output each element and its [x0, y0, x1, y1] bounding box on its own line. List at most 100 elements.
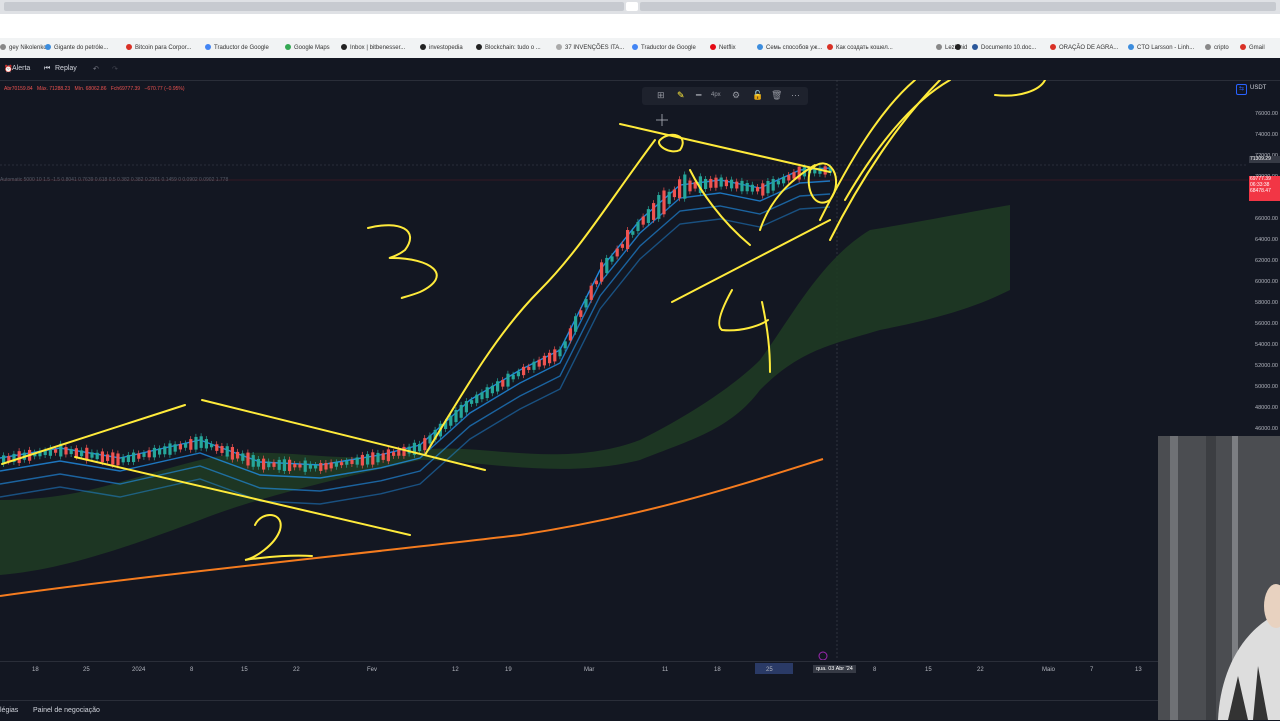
line-style-icon[interactable]: ━ [696, 90, 701, 101]
more-icon[interactable]: ⋯ [791, 90, 800, 101]
trading-panel-tab[interactable]: Painel de negociação [33, 707, 100, 714]
bookmark-item[interactable]: Gigante do petróle... [45, 44, 108, 51]
trash-icon[interactable]: 🗑 [771, 90, 782, 101]
candle-body [397, 449, 401, 456]
candle-body [672, 189, 676, 198]
undo-icon[interactable]: ↶ [93, 65, 99, 73]
bookmark-item[interactable]: ORAÇÃO DE AGRA... [1050, 44, 1118, 51]
time-axis-label: Fev [367, 667, 378, 673]
bookmark-label: gey Nikolenko [9, 45, 47, 51]
candle-body [360, 454, 364, 466]
bookmark-label: Gmail [1249, 45, 1265, 51]
scale-icon[interactable]: ⇆ [1236, 84, 1247, 95]
currency-label[interactable]: USDT [1250, 85, 1266, 91]
bookmark-label: Netflix [719, 45, 736, 51]
bookmark-item[interactable]: Traductor de Google [632, 44, 696, 51]
time-axis[interactable]: 18 25 2024 8 15 22 Fev 12 19 Mar 11 18 25 8 15 22 Maio 7 1… [0, 661, 1160, 677]
bookmark-item[interactable]: gey Nikolenko [0, 44, 47, 51]
bookmark-item[interactable]: Blockchain: tudo o ... [476, 44, 541, 51]
price-axis-label: 62000.00 [1255, 258, 1278, 264]
alert-button[interactable]: Alerta [12, 65, 30, 72]
price-chart[interactable] [0, 80, 1248, 660]
candle-body [293, 463, 297, 468]
price-axis[interactable]: 76000.0074000.0072000.0070000.0068000.00… [1248, 95, 1280, 440]
candle-body [501, 379, 505, 387]
candle-body [631, 231, 635, 235]
bookmark-item[interactable]: Как создать кошел... [827, 44, 893, 51]
bookmark-item[interactable]: CTO Larsson - Linh... [1128, 44, 1194, 51]
candle-body [230, 447, 234, 460]
redo-icon[interactable]: ↷ [112, 65, 118, 73]
replay-icon[interactable]: ⏮ [44, 65, 50, 73]
bookmark-icon [1050, 44, 1056, 50]
price-axis-label: 50000.00 [1255, 384, 1278, 390]
browser-tabs-right[interactable] [640, 2, 1276, 11]
bookmark-item[interactable]: cripto [1205, 44, 1229, 51]
candle-body [116, 453, 120, 466]
fib-indicator-label[interactable]: Automatic 5000 10 1.5 -1.5 0.8041 0.7639… [0, 177, 228, 183]
time-axis-label: 22 [293, 667, 300, 673]
template-icon[interactable]: ⊞ [657, 90, 665, 101]
candle-body [558, 349, 562, 357]
webcam-overlay [1158, 436, 1280, 720]
bookmark-item[interactable]: Gmail [1240, 44, 1265, 51]
settings-icon[interactable]: ⚙ [732, 90, 740, 101]
browser-address-area[interactable] [0, 14, 1280, 38]
bookmark-label: Traductor de Google [214, 45, 269, 51]
bookmarks-bar: gey Nikolenko Gigante do petróle... Bitcoi… [0, 38, 1280, 58]
bookmark-item[interactable]: investopedia [420, 44, 463, 51]
bookmark-label: d [964, 45, 968, 51]
candle-body [251, 455, 255, 467]
candle-body [537, 359, 541, 367]
candle-body [215, 444, 219, 451]
candle-body [756, 186, 760, 192]
candle-body [350, 459, 354, 464]
candle-body [527, 366, 531, 371]
candle-body [688, 180, 692, 192]
browser-active-tab[interactable] [626, 2, 638, 11]
browser-tabs[interactable] [4, 2, 624, 11]
strategies-tab[interactable]: légias [0, 707, 18, 714]
bookmark-label: Documento 10.doc... [981, 45, 1037, 51]
time-axis-label: 2024 [132, 667, 146, 673]
candle-body [678, 179, 682, 199]
candle-body [345, 460, 349, 465]
replay-button[interactable]: Replay [55, 65, 77, 72]
time-axis-label: Maio [1042, 667, 1056, 673]
price-axis-label: 46000.00 [1255, 426, 1278, 432]
candle-body [563, 341, 567, 349]
bookmark-item[interactable]: Netflix [710, 44, 736, 51]
time-axis-label: 8 [190, 667, 194, 673]
bookmark-item[interactable]: d [955, 44, 967, 51]
candle-body [771, 178, 775, 191]
candle-body [428, 435, 432, 444]
legend-change: −670.77 (−0.95%) [144, 86, 185, 92]
candle-body [589, 285, 593, 300]
candle-body [220, 446, 224, 453]
price-axis-label: 56000.00 [1255, 321, 1278, 327]
pencil-icon[interactable]: ✎ [677, 90, 685, 101]
replay-marker-icon[interactable] [818, 651, 828, 660]
bookmark-item[interactable]: Google Maps [285, 44, 330, 51]
bookmark-item[interactable]: Traductor de Google [205, 44, 269, 51]
candle-body [210, 444, 214, 448]
time-axis-label: 13 [1135, 667, 1142, 673]
bookmark-item[interactable]: Семь способов уж... [757, 44, 822, 51]
lock-icon[interactable]: 🔓 [752, 90, 763, 101]
candle-body [626, 229, 630, 250]
bookmark-item[interactable]: Bitcoin para Corpor... [126, 44, 191, 51]
legend-open: Abr70159.84 [4, 86, 33, 92]
bookmark-item[interactable]: 37 INVENÇÕES ITA... [556, 44, 624, 51]
candle-body [766, 180, 770, 194]
bookmark-item[interactable]: Documento 10.doc... [972, 44, 1036, 51]
browser-tab-strip[interactable] [0, 0, 1280, 14]
candle-body [137, 453, 141, 459]
candle-body [256, 458, 260, 467]
time-axis-label: 15 [241, 667, 248, 673]
candle-body [366, 454, 370, 465]
line-width-label[interactable]: 4px [711, 92, 721, 98]
price-axis-label: 76000.00 [1255, 111, 1278, 117]
candle-body [782, 176, 786, 184]
candle-body [189, 439, 193, 450]
bookmark-item[interactable]: Inbox | bitbenesser... [341, 44, 405, 51]
